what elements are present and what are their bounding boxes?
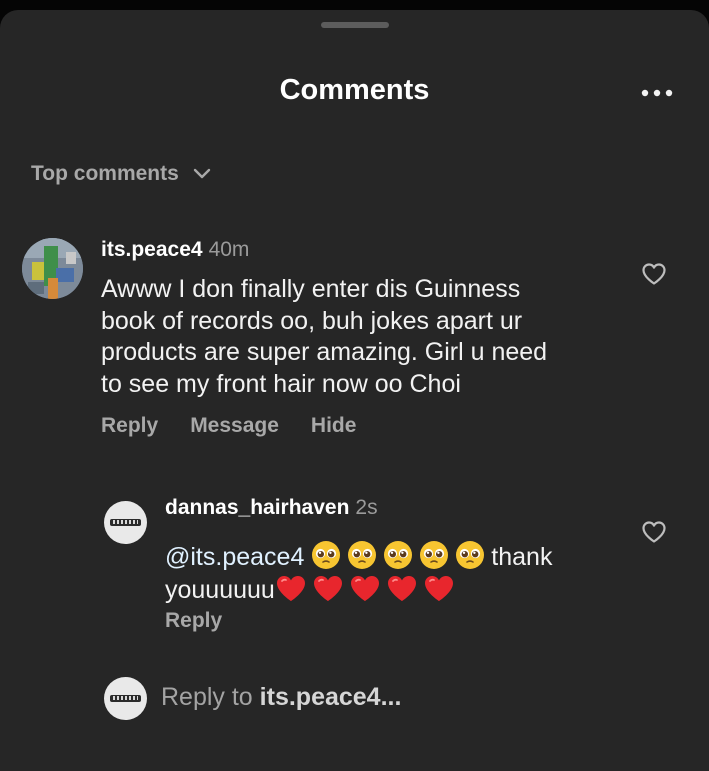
drag-handle[interactable] [321,22,389,28]
more-options-button[interactable] [638,86,678,100]
reply-line: youuuuuu [165,574,625,607]
sort-label: Top comments [31,162,179,185]
reply-line: @its.peace4 thank [165,540,625,574]
comment-line: to see my front hair now oo Choi [101,369,461,398]
reply-timestamp: 2s [355,496,378,519]
more-horizontal-icon [641,89,673,97]
chevron-down-icon [193,168,210,179]
heart-outline-icon [642,521,666,543]
pleading-emoji-group [311,541,491,571]
sort-dropdown[interactable]: Top comments [31,160,211,188]
comment-timestamp: 40m [208,238,250,261]
comment-header: its.peace4 40m [101,238,249,262]
profile-photo-icon [22,238,83,299]
reply-input-prefix: Reply to [161,683,260,711]
pleading-face-emoji-icon [456,541,485,569]
comment-username[interactable]: its.peace4 [101,238,203,262]
heart-emoji-group [275,575,460,604]
pleading-face-emoji-icon [348,541,377,569]
reply-actions: Reply [165,609,222,633]
comments-sheet: Comments Top comments its.peace4 40m Aww… [0,10,709,771]
pleading-face-emoji-icon [312,541,341,569]
reply-username[interactable]: dannas_hairhaven [165,496,349,520]
pleading-face-emoji-icon [420,541,449,569]
heart-outline-icon [642,263,666,285]
pleading-face-emoji-icon [384,541,413,569]
reply-header: dannas_hairhaven 2s [165,496,378,520]
reply-button[interactable]: Reply [165,609,222,633]
red-heart-emoji-icon [387,575,416,601]
comment-line: products are super amazing. Girl u need [101,338,548,366]
red-heart-emoji-icon [424,575,453,601]
like-button[interactable] [641,520,667,544]
red-heart-emoji-icon [313,575,342,601]
red-heart-emoji-icon [276,575,305,601]
reply-word: youuuuuu [165,575,275,604]
hide-button[interactable]: Hide [311,414,357,438]
comment-line: book of records oo, buh jokes apart ur [101,306,523,335]
reply-input[interactable]: Reply to its.peace4... [161,680,621,714]
reply-input-target: its.peace4... [259,683,402,711]
comment-actions: Reply Message Hide [101,414,356,438]
message-button[interactable]: Message [190,414,279,438]
comment-body: Awww I don finally enter dis Guinness bo… [101,274,547,400]
like-button[interactable] [641,262,667,286]
logo-text-mark [113,520,138,524]
logo-text-mark [113,696,138,700]
avatar[interactable] [104,501,147,544]
composer-avatar [104,677,147,720]
reply-button[interactable]: Reply [101,414,158,438]
avatar[interactable] [22,238,83,299]
sheet-title: Comments [279,74,430,106]
reply-word: thank [491,543,553,571]
comment-line: Awww I don finally enter dis Guinness [101,275,521,303]
reply-body: @its.peace4 thank youuuuuu [165,540,625,606]
red-heart-emoji-icon [350,575,379,601]
mention-link[interactable]: @its.peace4 [165,543,304,571]
